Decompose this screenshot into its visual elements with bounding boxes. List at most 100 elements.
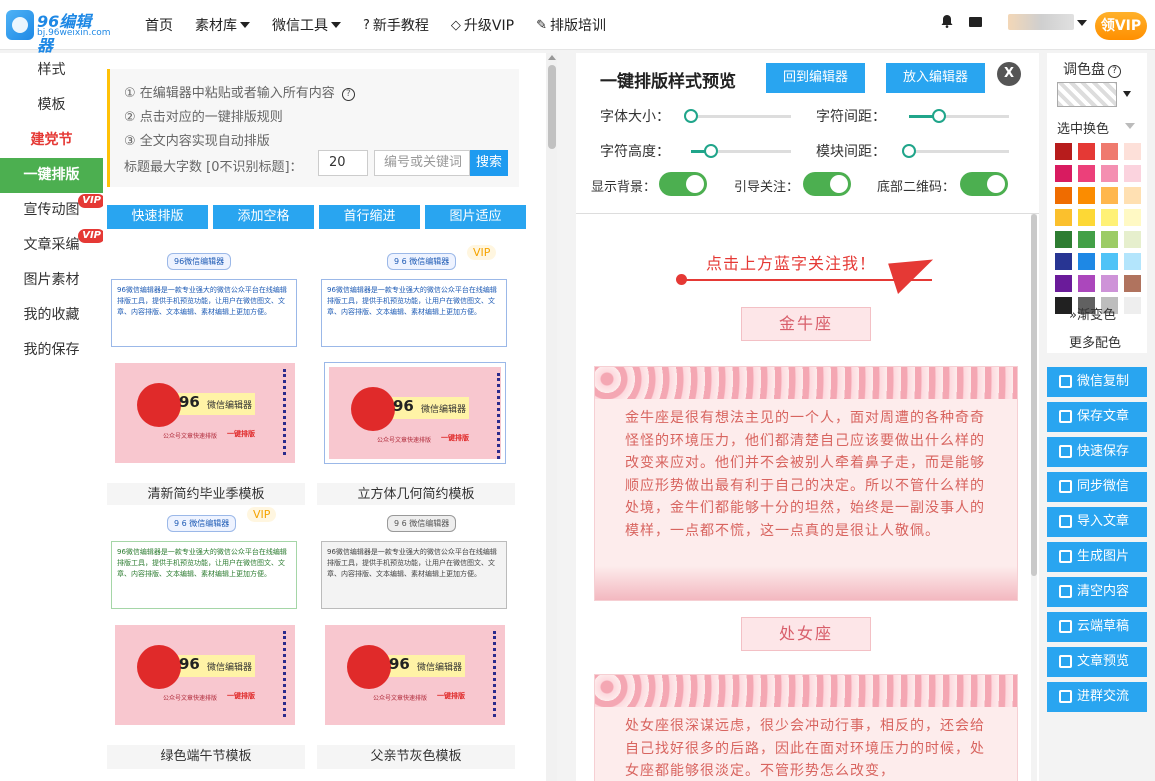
sidebar-item[interactable]: 我的保存: [0, 333, 103, 368]
color-cell[interactable]: [1078, 209, 1095, 226]
color-cell[interactable]: [1124, 275, 1141, 292]
preview-scrollbar[interactable]: [1031, 214, 1037, 781]
current-color-swatch[interactable]: [1057, 82, 1117, 107]
tool-button[interactable]: 同步微信: [1047, 472, 1147, 502]
color-cell[interactable]: [1055, 165, 1072, 182]
chevron-down-icon[interactable]: [1123, 91, 1131, 97]
color-cell[interactable]: [1124, 143, 1141, 160]
toggle-switch[interactable]: [659, 172, 707, 196]
sidebar-item[interactable]: 一键排版: [0, 158, 103, 193]
color-cell[interactable]: [1055, 275, 1072, 292]
quick-action-button[interactable]: 添加空格: [213, 205, 314, 229]
chevron-down-icon[interactable]: [1077, 20, 1087, 26]
bell-icon[interactable]: [940, 14, 954, 28]
mail-icon[interactable]: [969, 17, 982, 27]
insert-into-editor-button[interactable]: 放入编辑器: [886, 63, 985, 93]
color-cell[interactable]: [1078, 187, 1095, 204]
nav-item[interactable]: ? 新手教程: [363, 15, 429, 35]
color-cell[interactable]: [1124, 253, 1141, 270]
nav-item[interactable]: ✎ 排版培训: [536, 15, 606, 35]
color-cell[interactable]: [1055, 187, 1072, 204]
nav-item[interactable]: ◇ 升级VIP: [451, 15, 514, 35]
tool-button[interactable]: 保存文章: [1047, 402, 1147, 432]
color-cell[interactable]: [1101, 187, 1118, 204]
color-cell[interactable]: [1101, 231, 1118, 248]
max-title-input[interactable]: 20: [318, 150, 368, 176]
slider-knob[interactable]: [902, 144, 916, 158]
article-block[interactable]: 金牛座是很有想法主见的一个人，面对周遭的各种奇奇怪怪的环境压力，他们都清楚自己应…: [594, 366, 1018, 601]
slider-knob[interactable]: [684, 109, 698, 123]
style-slider[interactable]: [909, 109, 1009, 123]
scroll-up-icon[interactable]: [548, 55, 556, 60]
tool-button[interactable]: 文章预览: [1047, 647, 1147, 677]
quick-action-button[interactable]: 图片适应: [425, 205, 526, 229]
get-vip-button[interactable]: 领VIP: [1095, 12, 1147, 40]
toggle-switch[interactable]: [803, 172, 851, 196]
style-slider[interactable]: [691, 144, 791, 158]
sidebar-item[interactable]: 模板: [0, 88, 103, 123]
scrollbar-thumb[interactable]: [548, 65, 556, 149]
color-cell[interactable]: [1124, 165, 1141, 182]
color-cell[interactable]: [1078, 165, 1095, 182]
tool-button[interactable]: 进群交流: [1047, 682, 1147, 712]
sidebar-item[interactable]: 图片素材: [0, 263, 103, 298]
color-cell[interactable]: [1101, 275, 1118, 292]
template-card[interactable]: 9 6 微信编辑器 96微信编辑器是一款专业强大的微信公众平台在线编辑排版工具，提…: [107, 505, 305, 769]
color-cell[interactable]: [1078, 231, 1095, 248]
user-avatar[interactable]: [1008, 14, 1074, 30]
tool-button[interactable]: 导入文章: [1047, 507, 1147, 537]
color-cell[interactable]: [1055, 231, 1072, 248]
color-cell[interactable]: [1078, 143, 1095, 160]
color-cell[interactable]: [1055, 253, 1072, 270]
keyword-search-input[interactable]: 编号或关键词: [374, 150, 470, 176]
help-icon[interactable]: ?: [1108, 65, 1121, 78]
toggle-switch[interactable]: [960, 172, 1008, 196]
color-cell[interactable]: [1101, 209, 1118, 226]
sidebar-item[interactable]: 宣传动图 VIP: [0, 193, 105, 228]
chevron-down-icon[interactable]: [1125, 123, 1135, 129]
sidebar-item[interactable]: 我的收藏: [0, 298, 103, 333]
tool-button[interactable]: 快速保存: [1047, 437, 1147, 467]
color-cell[interactable]: [1101, 165, 1118, 182]
color-cell[interactable]: [1055, 209, 1072, 226]
nav-item[interactable]: 微信工具: [272, 15, 341, 35]
select-recolor-label[interactable]: 选中换色: [1057, 118, 1109, 137]
template-card[interactable]: 96微信编辑器 96微信编辑器是一款专业强大的微信公众平台在线编辑排版工具，提供手…: [107, 243, 305, 507]
slider-knob[interactable]: [932, 109, 946, 123]
back-to-editor-button[interactable]: 回到编辑器: [766, 63, 865, 93]
color-cell[interactable]: [1124, 187, 1141, 204]
sidebar-item[interactable]: 建党节: [0, 123, 103, 158]
more-colors-link[interactable]: 更多配色: [1069, 332, 1121, 351]
sidebar-item[interactable]: 文章采编 VIP: [0, 228, 105, 263]
nav-item[interactable]: 素材库: [195, 15, 250, 35]
color-cell[interactable]: [1101, 253, 1118, 270]
help-icon[interactable]: ?: [341, 88, 355, 101]
style-slider[interactable]: [902, 144, 1009, 158]
color-cell[interactable]: [1124, 231, 1141, 248]
color-cell[interactable]: [1055, 143, 1072, 160]
color-cell[interactable]: [1124, 209, 1141, 226]
gradient-link[interactable]: »渐变色: [1069, 304, 1116, 323]
article-block[interactable]: 处女座很深谋远虑，很少会冲动行事，相反的，还会给自己找好很多的后路，因此在面对环…: [594, 674, 1018, 781]
scrollbar[interactable]: [546, 53, 557, 781]
sidebar-item[interactable]: 样式: [0, 53, 103, 88]
color-cell[interactable]: [1078, 253, 1095, 270]
tool-button[interactable]: 清空内容: [1047, 577, 1147, 607]
search-button[interactable]: 搜索: [470, 150, 508, 176]
color-cell[interactable]: [1078, 275, 1095, 292]
tool-button[interactable]: 云端草稿: [1047, 612, 1147, 642]
quick-action-button[interactable]: 快速排版: [107, 205, 208, 229]
slider-knob[interactable]: [704, 144, 718, 158]
preview-scrollbar-thumb[interactable]: [1031, 214, 1037, 576]
color-cell[interactable]: [1101, 143, 1118, 160]
logo[interactable]: 96编辑器 bj.96weixin.com: [6, 8, 111, 55]
tool-button[interactable]: 微信复制: [1047, 367, 1147, 397]
nav-item[interactable]: 首页: [145, 15, 173, 35]
color-cell[interactable]: [1124, 297, 1141, 314]
template-card[interactable]: 9 6 微信编辑器 96微信编辑器是一款专业强大的微信公众平台在线编辑排版工具，提…: [317, 243, 515, 507]
style-slider[interactable]: [684, 109, 791, 123]
tool-button[interactable]: 生成图片: [1047, 542, 1147, 572]
close-icon[interactable]: X: [997, 62, 1021, 86]
template-card[interactable]: 9 6 微信编辑器 96微信编辑器是一款专业强大的微信公众平台在线编辑排版工具，提…: [317, 505, 515, 769]
quick-action-button[interactable]: 首行缩进: [319, 205, 420, 229]
